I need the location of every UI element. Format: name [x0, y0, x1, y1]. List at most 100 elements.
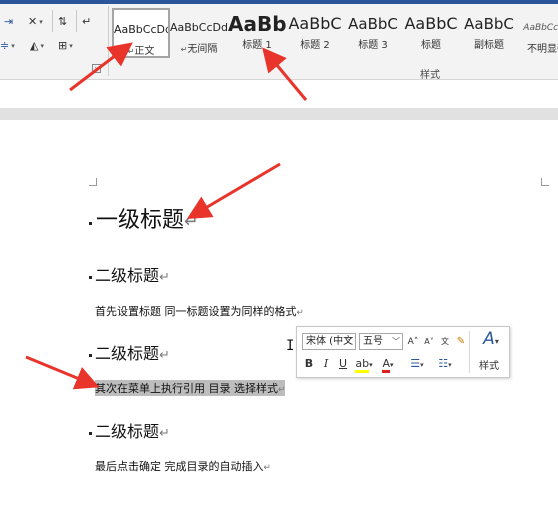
paragraph-mark-icon: ↵	[296, 308, 304, 318]
chevron-down-icon: ﹀	[392, 337, 400, 346]
format-painter-button[interactable]: ✎	[455, 334, 467, 350]
style-name-text: 不明显强	[527, 44, 558, 55]
heading-bullet-marker	[89, 276, 92, 279]
paragraph-text: 最后点击确定 完成目录的自动插入	[95, 460, 264, 473]
asian-layout-button[interactable]: ✕ ▾	[28, 14, 43, 30]
paragraph-text: 二级标题	[95, 266, 160, 285]
title-bar-edge	[0, 0, 558, 4]
body-paragraph[interactable]: 最后点击确定 完成目录的自动插入↵	[95, 458, 271, 474]
style-name: 标题 2	[286, 36, 344, 51]
style-name: 副标题	[460, 36, 518, 51]
style-name-text: 无间隔	[187, 44, 218, 55]
style-name: ↵无间隔	[170, 40, 228, 55]
asian-layout-icon: ✕	[28, 15, 38, 28]
margin-corner-left	[89, 178, 97, 186]
shrink-font-icon: A˅	[424, 337, 434, 346]
pilcrow-icon: ↵	[82, 15, 92, 28]
paragraph-text: 其次在菜单上执行引用 目录 选择样式	[95, 382, 278, 395]
italic-icon: I	[323, 357, 329, 370]
highlight-button[interactable]: ab▾	[355, 356, 373, 373]
style-tile[interactable]: AaBbCcDd 不明显强	[518, 8, 558, 58]
margin-corner-right	[541, 178, 549, 186]
style-name-text: 标题 2	[300, 40, 330, 51]
style-sample: AaBb	[228, 14, 286, 34]
numbering-button[interactable]: ☷▾	[435, 356, 455, 372]
shading-button[interactable]: ◭ ▾	[30, 38, 44, 54]
style-name: 标题	[402, 36, 460, 51]
chevron-down-icon: ▾	[40, 42, 44, 50]
paragraph-mark-icon: ↵	[278, 385, 286, 395]
style-sample: AaBbC	[464, 15, 514, 33]
paragraph-mark-icon: ↵	[263, 463, 271, 473]
style-tile[interactable]: AaBbCcDd ↵正文	[112, 8, 170, 58]
style-tile[interactable]: AaBbC 副标题	[460, 8, 518, 58]
chevron-down-icon: ▾	[69, 42, 73, 50]
font-color-button[interactable]: A▾	[379, 356, 397, 373]
style-name: 不明显强	[518, 40, 558, 55]
shrink-font-button[interactable]: A˅	[423, 334, 435, 350]
underline-icon: U	[338, 357, 348, 370]
paragraph-mark-icon: ↵	[159, 270, 170, 285]
separator	[469, 331, 470, 373]
document-page[interactable]	[0, 120, 558, 521]
highlight-icon: ab	[355, 358, 370, 373]
style-sample: AaBbC	[404, 14, 458, 33]
heading-bullet-marker	[89, 432, 92, 435]
group-separator	[108, 6, 109, 76]
borders-icon: ⊞	[58, 39, 68, 52]
style-sample: AaBbCcDd	[170, 21, 228, 34]
paragraph-text: 二级标题	[95, 422, 160, 441]
style-tile[interactable]: AaBb 标题 1	[228, 8, 286, 58]
style-tile[interactable]: AaBbCcDd ↵无间隔	[170, 8, 228, 58]
sort-button[interactable]: ⇅	[58, 14, 67, 30]
numbering-icon: ☷	[438, 357, 449, 370]
font-size-value: 五号	[363, 336, 383, 347]
styles-gallery: AaBbCcDd ↵正文 AaBbCcDd ↵无间隔 AaBb 标题 1 AaBbC 标题 2…	[112, 8, 558, 60]
paragraph-dialog-launcher-icon[interactable]: ↘	[92, 64, 101, 73]
style-name: 标题 3	[344, 36, 402, 51]
mini-toolbar: 宋体 (中文 ﹀ 五号 ﹀ A˄ A˅ 文 ✎ A▾ 样式 B I U ab▾ …	[296, 326, 510, 378]
body-paragraph[interactable]: 首先设置标题 同一标题设置为同样的格式↵	[95, 303, 304, 319]
style-name-text: 标题 3	[358, 40, 388, 51]
grow-font-icon: A˄	[407, 337, 419, 347]
bullets-icon: ☰	[410, 357, 421, 370]
chevron-down-icon: ﹀	[345, 337, 353, 346]
style-tile[interactable]: AaBbC 标题 3	[344, 8, 402, 58]
style-tile[interactable]: AaBbC 标题 2	[286, 8, 344, 58]
style-tile[interactable]: AaBbC 标题	[402, 8, 460, 58]
separator	[52, 10, 53, 32]
underline-button[interactable]: U	[337, 356, 349, 372]
styles-button[interactable]: A▾	[477, 331, 505, 348]
shading-icon: ◭	[30, 39, 39, 52]
bullets-button[interactable]: ☰▾	[407, 356, 427, 372]
italic-button[interactable]: I	[320, 356, 332, 372]
chevron-down-icon: ▾	[11, 42, 15, 50]
heading-2[interactable]: 二级标题↵	[95, 262, 170, 286]
style-sample: AaBbC	[348, 15, 398, 33]
heading-1[interactable]: 一级标题↵	[96, 202, 199, 234]
increase-indent-button[interactable]: ⇥	[4, 14, 13, 30]
style-name-text: 标题	[421, 40, 441, 51]
phonetic-guide-button[interactable]: 文	[439, 334, 451, 350]
line-spacing-button[interactable]: ≑ ▾	[0, 38, 15, 54]
style-sample: AaBbCcDd	[114, 23, 168, 36]
paragraph-group: ⇥ ✕ ▾ ⇅ ↵ ≑ ▾ ◭ ▾ ⊞ ▾	[0, 8, 110, 68]
heading-2[interactable]: 二级标题↵	[95, 418, 170, 442]
grow-font-button[interactable]: A˄	[407, 334, 419, 350]
ruler-area	[0, 80, 558, 108]
style-name-text: 标题 1	[242, 40, 272, 51]
paragraph-mark-icon: ↵	[184, 212, 199, 232]
ribbon: ⇥ ✕ ▾ ⇅ ↵ ≑ ▾ ◭ ▾ ⊞ ▾ ↘ AaBbCcDd ↵正文 AaB…	[0, 0, 558, 81]
borders-button[interactable]: ⊞ ▾	[58, 38, 73, 54]
phonetic-icon: 文	[441, 337, 449, 346]
font-size-select[interactable]: 五号 ﹀	[359, 333, 403, 350]
body-paragraph[interactable]: 其次在菜单上执行引用 目录 选择样式↵	[95, 380, 286, 396]
font-name-select[interactable]: 宋体 (中文 ﹀	[302, 333, 356, 350]
show-marks-button[interactable]: ↵	[82, 14, 91, 30]
bold-icon: B	[304, 357, 314, 370]
heading-2[interactable]: 二级标题↵	[95, 340, 170, 364]
paragraph-text: 二级标题	[95, 344, 160, 363]
bold-button[interactable]: B	[303, 356, 315, 372]
paragraph-mark-icon: ↵	[159, 426, 170, 441]
text-cursor-icon: I	[286, 338, 295, 354]
